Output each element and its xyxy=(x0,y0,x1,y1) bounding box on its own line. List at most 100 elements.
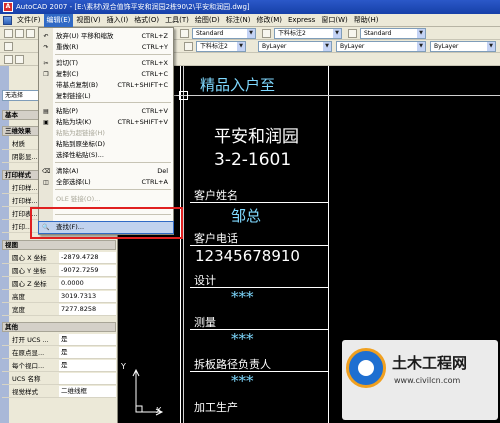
menu-item-shortcut: CTRL+A xyxy=(141,178,168,186)
line-icon[interactable] xyxy=(4,55,13,64)
text-style-select[interactable]: Standard ▼ xyxy=(192,28,256,39)
property-value[interactable]: -2879.4728 xyxy=(59,252,116,263)
new-file-icon[interactable] xyxy=(4,29,13,38)
edit-menu-item-9[interactable]: 粘贴到原坐标(D) xyxy=(39,139,173,150)
property-row[interactable]: 打开 UCS ... 是 xyxy=(2,334,116,346)
menu-item-8[interactable]: 修改(M) xyxy=(253,14,285,27)
dim-style-select-2[interactable]: 下料标注2 ▼ xyxy=(196,41,246,52)
menu-item-icon: ▤ xyxy=(43,108,49,115)
property-row[interactable]: 圆心 X 坐标 -2879.4728 xyxy=(2,252,116,264)
menu-item-5[interactable]: 工具(T) xyxy=(162,14,192,27)
lineweight-select[interactable]: ByLayer ▼ xyxy=(430,41,496,52)
chevron-down-icon: ▼ xyxy=(323,42,331,51)
menu-item-label: 粘贴(P) xyxy=(56,107,78,115)
save-icon[interactable] xyxy=(26,29,35,38)
document-icon[interactable] xyxy=(3,15,12,25)
menu-item-icon: ✂ xyxy=(43,60,49,67)
property-value[interactable]: 是 xyxy=(59,334,116,345)
menu-item-label: 复制(C) xyxy=(56,70,79,78)
edit-menu-item-11[interactable]: ⌫ 清除(A) Del xyxy=(39,166,173,177)
menu-item-10[interactable]: 窗口(W) xyxy=(318,14,350,27)
property-value[interactable]: 是 xyxy=(59,360,116,371)
property-key: UCS 名称 xyxy=(12,375,41,383)
property-key: 在原点显... xyxy=(12,349,45,357)
menu-item-2[interactable]: 视图(V) xyxy=(73,14,103,27)
selection-filter-select[interactable]: 无选择 xyxy=(2,90,42,101)
menu-item-1[interactable]: 编辑(E) xyxy=(43,13,74,27)
edit-menu-item-4[interactable]: 带基点复制(B) CTRL+SHIFT+C xyxy=(39,80,173,91)
edit-menu-item-12[interactable]: ◫ 全部选择(L) CTRL+A xyxy=(39,177,173,188)
project-name-text: 平安和润园 xyxy=(214,127,299,147)
property-row[interactable]: 每个视口... 是 xyxy=(2,360,116,372)
menu-item-shortcut: CTRL+SHIFT+V xyxy=(117,118,168,126)
menu-separator xyxy=(55,189,171,190)
design-value: *** xyxy=(231,288,254,306)
menu-item-9[interactable]: Express xyxy=(285,14,318,27)
menu-item-7[interactable]: 标注(N) xyxy=(223,14,254,27)
open-file-icon[interactable] xyxy=(15,29,24,38)
polyline-icon[interactable] xyxy=(15,55,24,64)
menu-bar: 文件(F) 编辑(E) 视图(V) 插入(I) 格式(O) 工具(T) 绘图(D) 标注(N)… xyxy=(0,13,500,27)
menu-item-4[interactable]: 格式(O) xyxy=(131,14,162,27)
menu-separator xyxy=(55,162,171,163)
property-value[interactable]: 3019.7313 xyxy=(59,291,116,302)
table-style-select[interactable]: Standard ▼ xyxy=(360,28,426,39)
edit-menu-item-7[interactable]: ▣ 粘贴为块(K) CTRL+SHIFT+V xyxy=(39,117,173,128)
edit-menu-item-5[interactable]: 复制链接(L) xyxy=(39,91,173,102)
property-value[interactable]: 二维线框 xyxy=(59,386,116,397)
property-value[interactable]: 7277.8258 xyxy=(59,304,116,315)
edit-menu-item-2[interactable]: ✂ 剪切(T) CTRL+X xyxy=(39,58,173,69)
customer-phone-value: 12345678910 xyxy=(195,247,300,265)
property-row[interactable]: 高度 3019.7313 xyxy=(2,291,116,303)
edit-menu-item-8[interactable]: 粘贴为超链接(H) xyxy=(39,128,173,139)
property-key: 圆心 Z 坐标 xyxy=(12,280,47,288)
menu-separator xyxy=(55,102,171,103)
production-label: 加工生产 xyxy=(194,401,238,414)
edit-menu-item-13[interactable]: OLE 链接(O)... xyxy=(39,194,173,205)
property-value[interactable]: -9072.7259 xyxy=(59,265,116,276)
menu-separator xyxy=(55,54,171,55)
layer-manager-icon[interactable] xyxy=(4,42,13,51)
style-icon[interactable] xyxy=(184,42,193,51)
menu-item-label: 清除(A) xyxy=(56,167,79,175)
property-value[interactable]: 0.0000 xyxy=(59,278,116,289)
property-row[interactable]: 圆心 Y 坐标 -9072.7259 xyxy=(2,265,116,277)
menu-item-6[interactable]: 绘图(D) xyxy=(192,14,223,27)
text-style-icon[interactable] xyxy=(180,29,189,38)
chevron-down-icon: ▼ xyxy=(417,42,425,51)
color-select[interactable]: ByLayer ▼ xyxy=(258,41,332,52)
top-partial-text: 精品入户至 xyxy=(200,76,276,94)
menu-item-label: 带基点复制(B) xyxy=(56,81,99,89)
property-row[interactable]: UCS 名称 xyxy=(2,373,116,385)
edit-menu-item-3[interactable]: ❐ 复制(C) CTRL+C xyxy=(39,69,173,80)
edit-menu-dropdown: ↶ 放弃(U) 平移和缩放 CTRL+Z ↷ 重做(R) CTRL+Y ✂ 剪切(T) CTRL… xyxy=(38,27,174,235)
edit-menu-item-6[interactable]: ▤ 粘贴(P) CTRL+V xyxy=(39,106,173,117)
property-key: 圆心 Y 坐标 xyxy=(12,267,47,275)
section-misc[interactable]: 其他 xyxy=(2,322,116,332)
menu-item-shortcut: CTRL+C xyxy=(141,70,168,78)
section-view[interactable]: 视图 xyxy=(2,240,116,250)
menu-item-label: 放弃(U) 平移和缩放 xyxy=(56,32,114,40)
table-style-icon[interactable] xyxy=(348,29,357,38)
edit-menu-item-1[interactable]: ↷ 重做(R) CTRL+Y xyxy=(39,42,173,53)
autocad-app-icon[interactable]: A xyxy=(3,2,13,12)
property-key: 每个视口... xyxy=(12,362,45,370)
divider-line xyxy=(190,245,328,246)
highlight-annotation-box xyxy=(30,207,183,239)
edit-menu-item-0[interactable]: ↶ 放弃(U) 平移和缩放 CTRL+Z xyxy=(39,31,173,42)
dim-style-icon[interactable] xyxy=(262,29,271,38)
window-title: AutoCAD 2007 - [E:\素材\观合值饰平安和润园2栋90\2\平安… xyxy=(16,3,250,11)
property-value[interactable]: 是 xyxy=(59,347,116,358)
property-row[interactable]: 宽度 7277.8258 xyxy=(2,304,116,316)
menu-item-11[interactable]: 帮助(H) xyxy=(351,14,382,27)
menu-item-0[interactable]: 文件(F) xyxy=(14,14,44,27)
property-value[interactable] xyxy=(59,373,116,384)
property-row[interactable]: 在原点显... 是 xyxy=(2,347,116,359)
property-row[interactable]: 圆心 Z 坐标 0.0000 xyxy=(2,278,116,290)
property-row[interactable]: 视觉样式 二维线框 xyxy=(2,386,116,398)
linetype-select[interactable]: ByLayer ▼ xyxy=(336,41,426,52)
customer-name-label: 客户姓名 xyxy=(194,189,238,202)
edit-menu-item-10[interactable]: 选择性粘贴(S)... xyxy=(39,150,173,161)
dim-style-select[interactable]: 下料标注2 ▼ xyxy=(274,28,342,39)
menu-item-3[interactable]: 插入(I) xyxy=(104,14,132,27)
